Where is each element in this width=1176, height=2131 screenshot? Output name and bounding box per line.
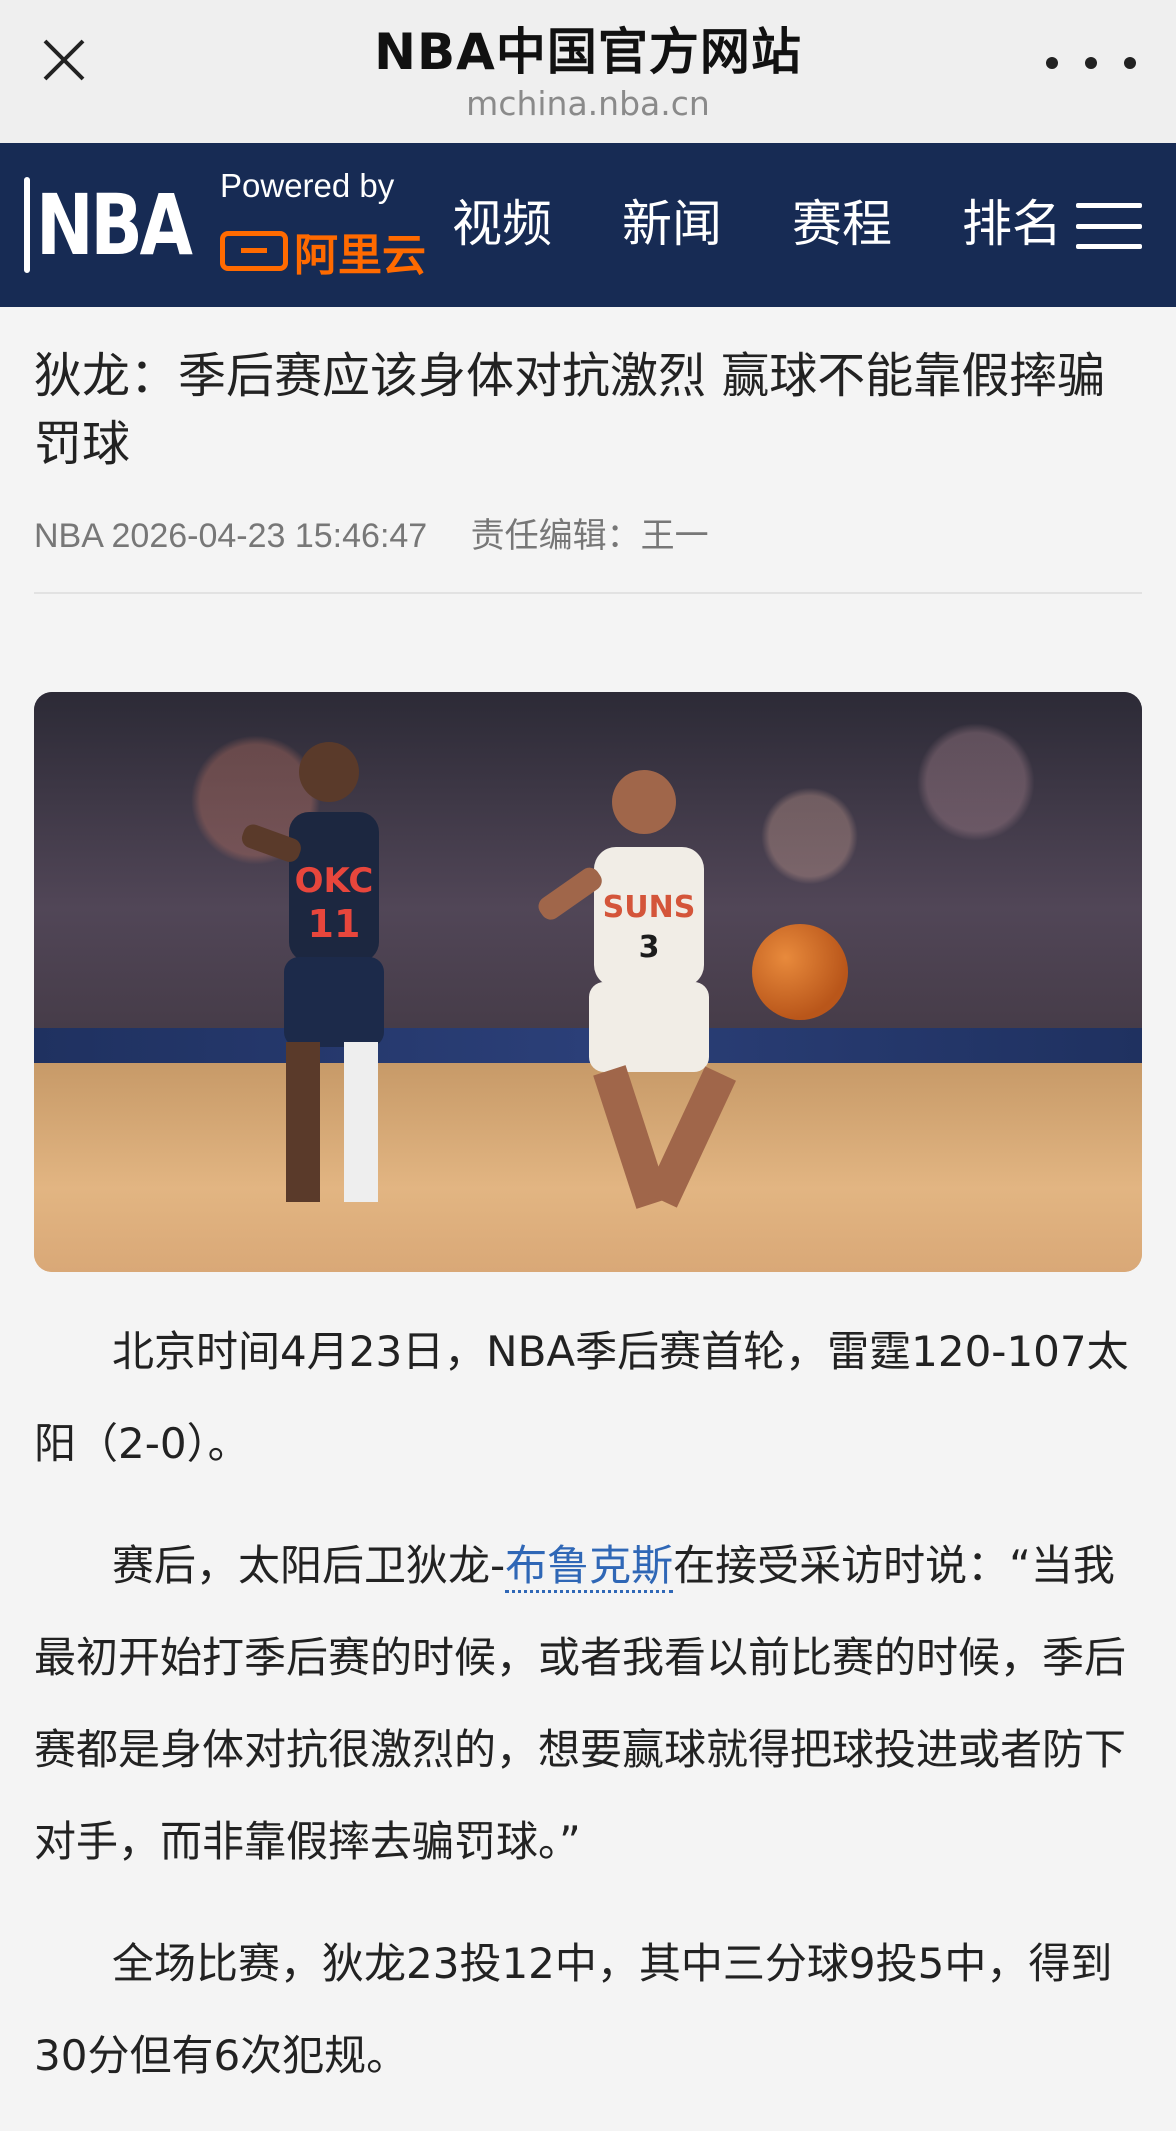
nba-logo-text: NBA	[36, 176, 193, 274]
hamburger-menu-icon[interactable]	[1076, 203, 1142, 249]
nav-item-news[interactable]: 新闻	[622, 189, 722, 259]
aliyun-label: 阿里云	[294, 230, 426, 281]
phx-player: SUNS 3	[538, 770, 736, 1209]
aliyun-icon	[220, 231, 288, 271]
more-options-icon[interactable]	[1046, 38, 1136, 88]
nba-logo-icon	[24, 177, 30, 273]
article-source: NBA	[34, 517, 103, 555]
divider	[34, 592, 1142, 594]
aliyun-logo: 阿里云	[220, 219, 426, 283]
article-paragraph-2: 赛后，太阳后卫狄龙-布鲁克斯在接受采访时说：“当我最初开始打季后赛的时候，或者我…	[34, 1520, 1144, 1888]
article-photo[interactable]: OKC 11 SUNS 3	[34, 692, 1142, 1272]
page-title: NBA中国官方网站	[374, 23, 802, 81]
article-editor: 责任编辑：王一	[470, 517, 709, 555]
nav-item-video[interactable]: 视频	[452, 189, 552, 259]
article-paragraph-1: 北京时间4月23日，NBA季后赛首轮，雷霆120-107太阳（2-0）。	[34, 1327, 1129, 1468]
nba-logo[interactable]: NBA	[24, 175, 193, 275]
nav-item-standings[interactable]: 排名	[962, 189, 1062, 259]
okc-player: OKC 11	[241, 742, 384, 1202]
okc-jersey-number: 11	[308, 902, 361, 946]
site-nav-bar: NBA Powered by 阿里云 视频 新闻 赛程 排名	[0, 143, 1176, 307]
article-meta: NBA 2026-04-23 15:46:47 责任编辑：王一	[34, 508, 709, 557]
phx-jersey-text: SUNS	[603, 890, 696, 925]
powered-by-label: Powered by	[220, 167, 395, 204]
paragraph-2-text-a: 赛后，太阳后卫狄龙-	[112, 1541, 506, 1590]
basketball	[752, 924, 848, 1020]
phx-jersey-number: 3	[639, 930, 660, 965]
nav-item-schedule[interactable]: 赛程	[792, 189, 892, 259]
article-datetime: 2026-04-23 15:46:47	[111, 517, 428, 555]
article-paragraph-3: 全场比赛，狄龙23投12中，其中三分球9投5中，得到30分但有6次犯规。	[34, 1939, 1113, 2080]
browser-top-bar: NBA中国官方网站 mchina.nba.cn	[0, 0, 1176, 143]
okc-jersey-text: OKC	[295, 861, 374, 901]
article-headline: 狄龙：季后赛应该身体对抗激烈 赢球不能靠假摔骗罚球	[34, 348, 1106, 472]
player-link-brooks[interactable]: 布鲁克斯	[505, 1541, 674, 1593]
page-url: mchina.nba.cn	[466, 84, 710, 123]
